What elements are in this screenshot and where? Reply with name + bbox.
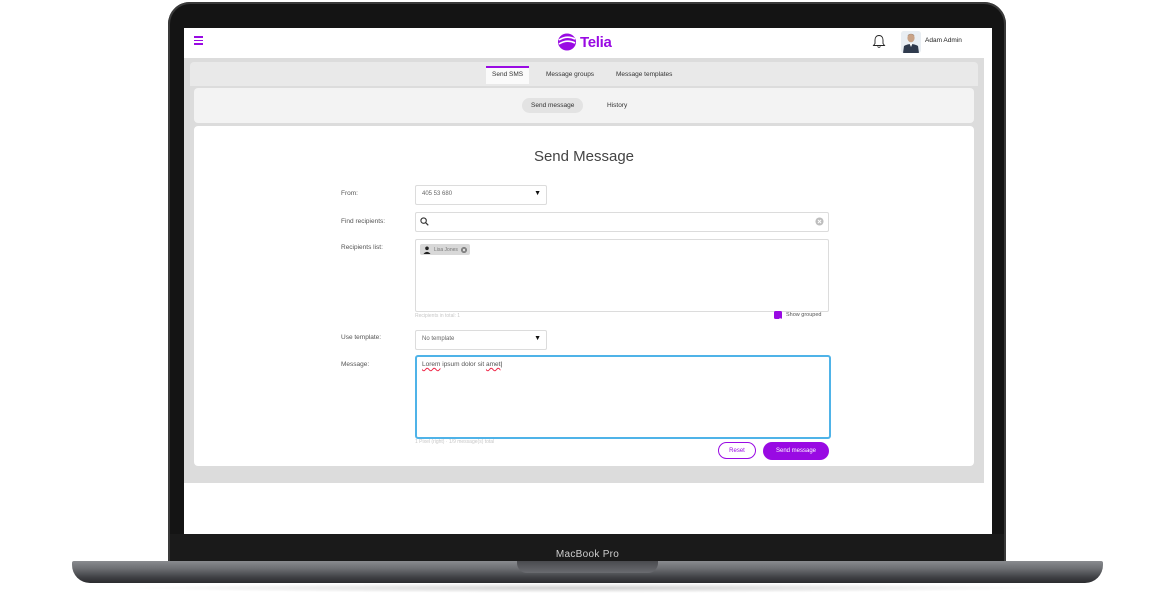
page-title: Send Message bbox=[533, 148, 635, 165]
chevron-down-icon: ▼ bbox=[534, 335, 541, 342]
laptop-notch bbox=[517, 561, 658, 573]
scrollbar-track[interactable] bbox=[984, 58, 992, 483]
recipients-list-box[interactable]: Lisa Jones bbox=[415, 239, 829, 312]
message-word-lorem: Lorem bbox=[422, 361, 441, 368]
brand-logo[interactable]: Telia bbox=[557, 31, 612, 53]
main-tabs: Send SMS Message groups Message template… bbox=[190, 62, 978, 86]
remove-chip-icon[interactable] bbox=[460, 246, 467, 253]
app-body: Send SMS Message groups Message template… bbox=[184, 58, 984, 483]
recipient-chip-label: Lisa Jones bbox=[434, 246, 458, 253]
avatar[interactable] bbox=[901, 31, 921, 53]
menu-icon[interactable] bbox=[194, 36, 203, 45]
recipient-chip[interactable]: Lisa Jones bbox=[420, 244, 470, 255]
message-textarea[interactable]: Lorem ipsum dolor sit amet| bbox=[415, 355, 831, 439]
subtab-history[interactable]: History bbox=[598, 98, 636, 113]
message-text-middle: ipsum dolor sit bbox=[440, 361, 486, 368]
clear-icon[interactable] bbox=[815, 217, 824, 226]
device-model-label: MacBook Pro bbox=[555, 549, 620, 560]
tab-send-sms[interactable]: Send SMS bbox=[486, 66, 530, 84]
app-header: Telia Adam Admin bbox=[184, 28, 992, 56]
sub-tabs: Send message History bbox=[194, 88, 974, 123]
brand-name: Telia bbox=[580, 33, 612, 51]
search-input[interactable] bbox=[432, 215, 816, 230]
checkmark-icon bbox=[775, 317, 781, 323]
from-value: 405 53 680 bbox=[422, 191, 453, 197]
laptop-shadow bbox=[120, 583, 1055, 593]
reset-button[interactable]: Reset bbox=[718, 442, 756, 459]
subtab-send-message[interactable]: Send message bbox=[522, 98, 584, 113]
template-value: No template bbox=[422, 336, 455, 342]
show-grouped-checkbox[interactable] bbox=[774, 311, 782, 323]
show-grouped-label: Show grouped bbox=[786, 312, 822, 318]
from-label: From: bbox=[341, 190, 358, 197]
user-name[interactable]: Adam Admin bbox=[925, 37, 962, 44]
screen-empty-area bbox=[184, 483, 992, 534]
text-cursor: | bbox=[500, 361, 503, 368]
bell-icon[interactable] bbox=[872, 34, 886, 49]
send-message-button[interactable]: Send message bbox=[763, 442, 829, 460]
message-text: Lorem ipsum dolor sit amet| bbox=[422, 361, 502, 368]
from-select[interactable]: 405 53 680 ▼ bbox=[415, 185, 547, 205]
message-label: Message: bbox=[341, 361, 370, 368]
message-word-amet: amet bbox=[485, 361, 501, 368]
chevron-down-icon: ▼ bbox=[534, 190, 541, 197]
tab-message-groups[interactable]: Message groups bbox=[540, 68, 600, 84]
template-select[interactable]: No template ▼ bbox=[415, 330, 547, 350]
recipients-total: Recipients in total: 1 bbox=[415, 313, 461, 319]
screen: Telia Adam Admin Send SMS Message groups… bbox=[184, 28, 992, 534]
tab-message-templates[interactable]: Message templates bbox=[610, 68, 678, 84]
telia-logo-icon bbox=[558, 33, 576, 51]
find-recipients-field[interactable] bbox=[415, 212, 829, 232]
message-stats: 1 Pixel (right) · 1/9 message(s) total bbox=[415, 439, 495, 445]
person-icon bbox=[423, 246, 431, 254]
search-icon bbox=[420, 217, 429, 226]
find-recipients-label: Find recipients: bbox=[341, 218, 386, 225]
send-message-card: Send Message From: 405 53 680 ▼ Find rec… bbox=[194, 126, 974, 466]
recipients-list-label: Recipients list: bbox=[341, 244, 383, 251]
use-template-label: Use template: bbox=[341, 334, 382, 341]
